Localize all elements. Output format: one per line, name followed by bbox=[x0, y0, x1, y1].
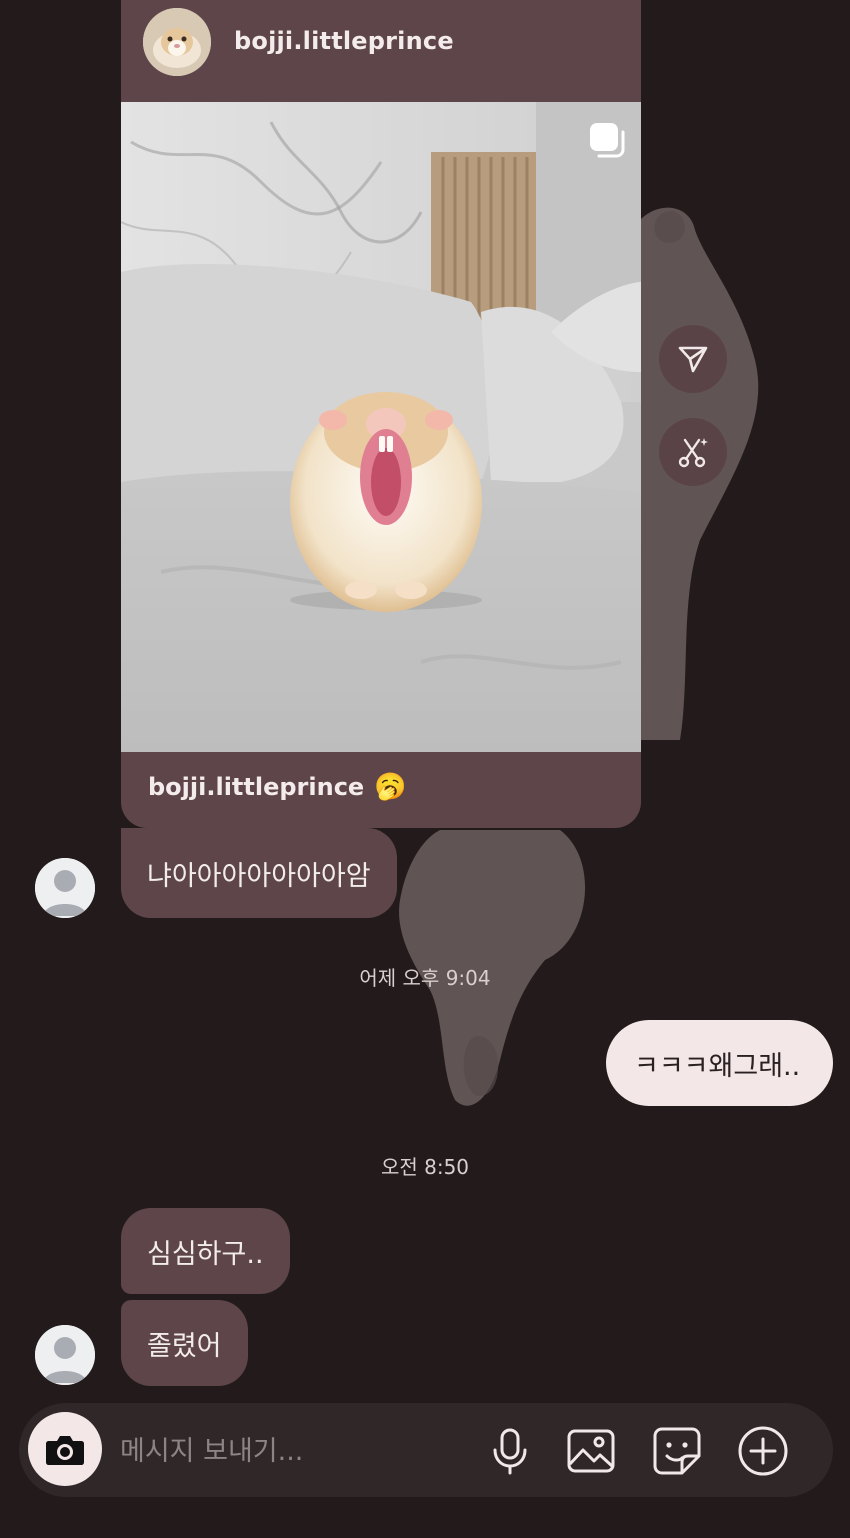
image-icon bbox=[567, 1429, 615, 1473]
default-profile-icon bbox=[35, 1325, 95, 1385]
message-text: ㅋㅋㅋ왜그래.. bbox=[634, 1050, 801, 1082]
camera-icon bbox=[46, 1436, 84, 1465]
post-caption: bojji.littleprince 🥱 bbox=[148, 772, 407, 802]
more-options-button[interactable] bbox=[737, 1425, 789, 1477]
send-icon bbox=[678, 346, 708, 373]
post-header[interactable]: bojji.littleprince bbox=[121, 0, 641, 102]
scissors-sparkle-icon bbox=[678, 438, 708, 468]
sticker-icon bbox=[653, 1427, 701, 1475]
message-input[interactable] bbox=[120, 1431, 460, 1471]
microphone-icon bbox=[493, 1428, 527, 1475]
yawning-emoji: 🥱 bbox=[374, 772, 407, 802]
sticker-button[interactable] bbox=[651, 1425, 703, 1477]
incoming-message-bubble[interactable]: 심심하구.. bbox=[121, 1208, 290, 1294]
message-text: 냐아아아아아아아암 bbox=[147, 860, 371, 892]
remix-post-button[interactable] bbox=[659, 418, 727, 486]
chat-screen: bojji.littleprince bojji.littleprince 🥱 … bbox=[0, 0, 850, 1538]
outgoing-message-bubble[interactable]: ㅋㅋㅋ왜그래.. bbox=[606, 1020, 833, 1106]
share-post-button[interactable] bbox=[659, 325, 727, 393]
sender-avatar[interactable] bbox=[35, 858, 95, 918]
message-text: 졸렸어 bbox=[147, 1330, 222, 1362]
gallery-button[interactable] bbox=[565, 1425, 617, 1477]
plus-circle-icon bbox=[738, 1426, 788, 1476]
sender-avatar[interactable] bbox=[35, 1325, 95, 1385]
default-profile-icon bbox=[35, 858, 95, 918]
multiple-photos-icon bbox=[587, 120, 627, 160]
shared-post-card[interactable]: bojji.littleprince bojji.littleprince 🥱 bbox=[121, 0, 641, 828]
incoming-message-bubble[interactable]: 냐아아아아아아아암 bbox=[121, 828, 397, 918]
message-timestamp: 오전 8:50 bbox=[380, 1155, 470, 1179]
message-timestamp: 어제 오후 9:04 bbox=[359, 966, 491, 990]
message-text: 심심하구.. bbox=[147, 1238, 264, 1270]
voice-message-button[interactable] bbox=[484, 1425, 536, 1477]
post-photo-guinea-pig[interactable] bbox=[121, 102, 641, 752]
post-caption-username[interactable]: bojji.littleprince bbox=[148, 773, 364, 801]
camera-button[interactable] bbox=[28, 1412, 102, 1486]
message-composer bbox=[19, 1403, 833, 1497]
incoming-message-bubble[interactable]: 졸렸어 bbox=[121, 1300, 248, 1386]
post-author-avatar[interactable] bbox=[143, 8, 211, 76]
post-author-username[interactable]: bojji.littleprince bbox=[234, 27, 454, 55]
